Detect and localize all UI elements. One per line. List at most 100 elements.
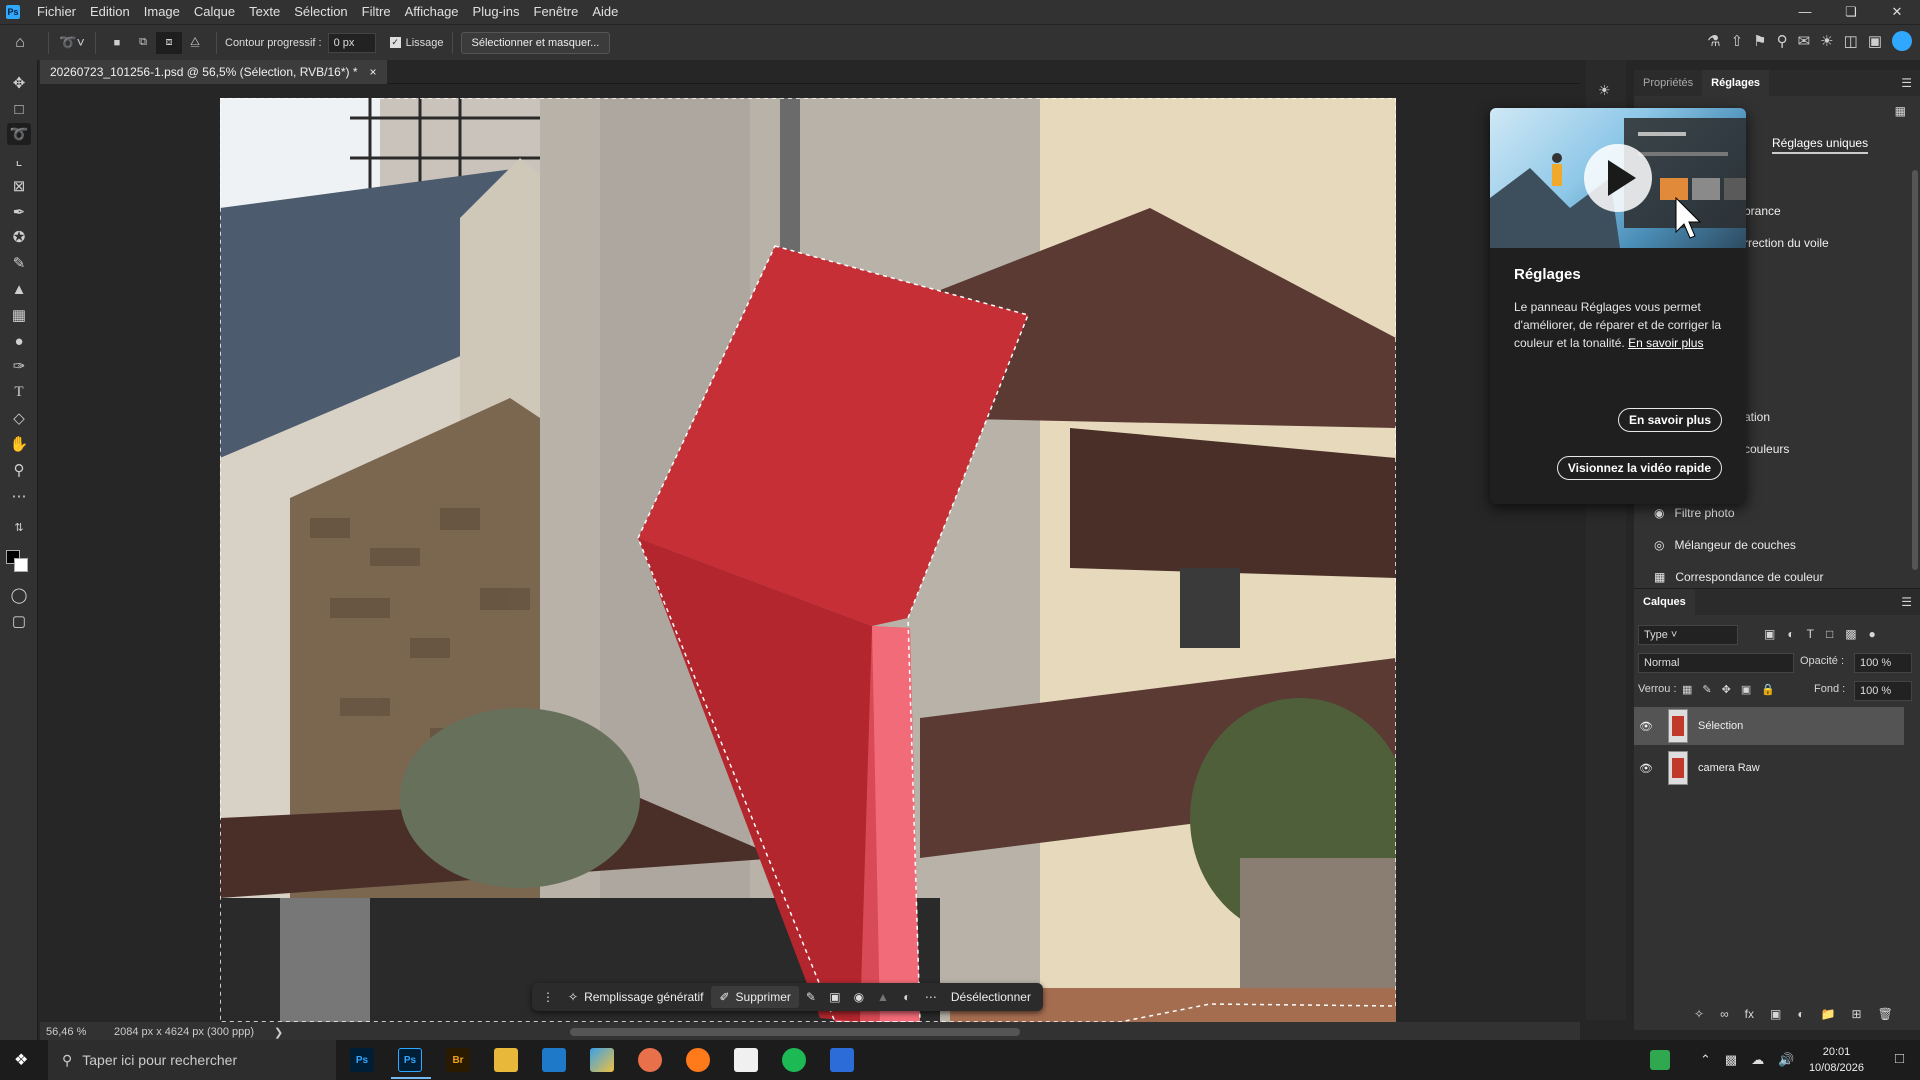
- search-icon[interactable]: ⚲: [1777, 31, 1788, 51]
- adj-item-partial-4[interactable]: couleurs: [1744, 442, 1789, 456]
- hand-tool-icon[interactable]: ✋: [7, 433, 31, 455]
- adj-item-photo-filter[interactable]: ◉ Filtre photo: [1654, 502, 1735, 524]
- drag-handle-icon[interactable]: ⋮: [536, 990, 560, 1004]
- eyedropper-icon[interactable]: ✒: [7, 201, 31, 223]
- pen-tool-icon[interactable]: ✑: [7, 355, 31, 377]
- close-tab-icon[interactable]: ×: [370, 60, 377, 84]
- stamp-tool-icon[interactable]: ▲: [7, 278, 31, 300]
- frame-tool-icon[interactable]: ⊠: [7, 175, 31, 197]
- menu-plugins[interactable]: Plug-ins: [466, 0, 527, 24]
- tab-reglages[interactable]: Réglages: [1702, 70, 1770, 96]
- shape-tool-icon[interactable]: ◇: [7, 407, 31, 429]
- frame-icon[interactable]: ▣: [1868, 31, 1882, 51]
- antialias-checkbox[interactable]: ✓: [389, 37, 401, 48]
- flask-icon[interactable]: ⚗: [1707, 31, 1720, 51]
- menu-aide[interactable]: Aide: [585, 0, 625, 24]
- adj-item-channel-mixer[interactable]: ◎ Mélangeur de couches: [1654, 534, 1796, 556]
- more-options-icon[interactable]: ⋯: [919, 990, 943, 1004]
- photoshop-beta-app-icon[interactable]: Ps: [391, 1048, 431, 1079]
- firefox-icon[interactable]: [686, 1048, 710, 1072]
- discover-icon[interactable]: ☀: [1820, 31, 1833, 51]
- more-tools-icon[interactable]: ⋯: [7, 485, 31, 507]
- lasso-tool-icon[interactable]: ➰: [7, 123, 31, 145]
- lock-transparency-icon[interactable]: ▦: [1682, 683, 1692, 696]
- select-and-mask-button[interactable]: Sélectionner et masquer...: [460, 31, 611, 54]
- lasso-tool-icon[interactable]: ➰˅: [57, 34, 87, 51]
- blend-mode-select[interactable]: Normal: [1638, 653, 1794, 673]
- fill-input[interactable]: 100 %: [1854, 681, 1912, 701]
- generative-fill-button[interactable]: ✧ Remplissage génératif: [560, 986, 711, 1008]
- adjustment-icon[interactable]: ◐: [895, 990, 919, 1004]
- close-window-icon[interactable]: ✕: [1874, 0, 1920, 24]
- layers-menu-icon[interactable]: ☰: [1901, 595, 1912, 609]
- menu-fenetre[interactable]: Fenêtre: [527, 0, 586, 24]
- filter-pixel-icon[interactable]: ▣: [1764, 627, 1775, 641]
- crop-tool-icon[interactable]: ⌞: [7, 149, 31, 171]
- chevron-up-icon[interactable]: ⌃: [1700, 1052, 1711, 1068]
- adjustments-panel-icon[interactable]: ☀: [1598, 82, 1611, 99]
- adj-item-partial-2[interactable]: rrection du voile: [1744, 236, 1829, 250]
- workspace-icon[interactable]: ◫: [1844, 31, 1858, 51]
- feather-input[interactable]: 0 px: [327, 32, 376, 53]
- network-icon[interactable]: ▩: [1725, 1052, 1737, 1068]
- lock-position-icon[interactable]: ✥: [1722, 683, 1731, 696]
- link-layers-icon[interactable]: ∞: [1720, 1007, 1729, 1021]
- menu-image[interactable]: Image: [137, 0, 187, 24]
- deselect-button[interactable]: Désélectionner: [943, 986, 1039, 1008]
- menu-fichier[interactable]: Fichier: [30, 0, 83, 24]
- spotify-icon[interactable]: [782, 1048, 806, 1072]
- tray-app-icon[interactable]: [1650, 1050, 1670, 1070]
- move-tool-icon[interactable]: ✥: [7, 72, 31, 94]
- subtab-reglages-uniques[interactable]: Réglages uniques: [1772, 136, 1869, 154]
- cloud-icon[interactable]: ☁: [1751, 1052, 1764, 1068]
- delete-layer-icon[interactable]: 🗑: [1878, 1007, 1893, 1021]
- menu-calque[interactable]: Calque: [187, 0, 242, 24]
- layer-filter-select[interactable]: Type ˅: [1638, 625, 1738, 645]
- panel-menu-icon[interactable]: ☰: [1901, 76, 1912, 90]
- document-tab[interactable]: 20260723_101256-1.psd @ 56,5% (Sélection…: [40, 60, 387, 84]
- minimize-icon[interactable]: —: [1782, 0, 1828, 24]
- filter-shape-icon[interactable]: □: [1826, 627, 1833, 641]
- intersect-selection-icon[interactable]: ⧋: [182, 36, 208, 49]
- brush-tool-icon[interactable]: ✎: [7, 252, 31, 274]
- video-thumbnail[interactable]: [1490, 108, 1746, 248]
- quick-mask-icon[interactable]: ◯: [7, 584, 31, 606]
- zoom-level[interactable]: 56,46 %: [46, 1026, 106, 1038]
- delete-button[interactable]: ✐ Supprimer: [711, 986, 799, 1008]
- windows-start-icon[interactable]: ❖: [14, 1050, 28, 1070]
- grid-view-icon[interactable]: ▦: [1895, 104, 1906, 118]
- subtract-selection-icon[interactable]: ⧈: [156, 31, 182, 54]
- new-group-icon[interactable]: 📁: [1821, 1007, 1836, 1021]
- paint-app-icon[interactable]: [638, 1048, 662, 1072]
- adj-item-color-lookup[interactable]: ▦ Correspondance de couleur: [1654, 566, 1823, 588]
- transform-selection-icon[interactable]: ▣: [823, 990, 847, 1004]
- restore-icon[interactable]: ❏: [1828, 0, 1874, 24]
- layer-row-camera-raw[interactable]: 👁 camera Raw: [1634, 749, 1904, 787]
- horizontal-scrollbar[interactable]: [570, 1028, 1020, 1036]
- bridge-app-icon[interactable]: Br: [446, 1048, 470, 1072]
- adj-item-partial-3[interactable]: ation: [1744, 410, 1770, 424]
- layer-style-icon[interactable]: fx: [1745, 1007, 1754, 1021]
- healing-brush-icon[interactable]: ✪: [7, 226, 31, 248]
- marquee-tool-icon[interactable]: □: [7, 98, 31, 120]
- fill-icon[interactable]: ▲: [871, 990, 895, 1004]
- filter-smart-icon[interactable]: ▩: [1845, 627, 1856, 641]
- learn-more-button[interactable]: En savoir plus: [1617, 408, 1722, 432]
- menu-selection[interactable]: Sélection: [287, 0, 354, 24]
- watch-video-button[interactable]: Visionnez la vidéo rapide: [1556, 456, 1722, 480]
- status-arrow-icon[interactable]: ❯: [274, 1026, 283, 1039]
- eye-icon[interactable]: 👁: [1634, 762, 1658, 775]
- file-explorer-icon[interactable]: [494, 1048, 518, 1072]
- document-canvas[interactable]: [220, 98, 1396, 1022]
- lock-all-icon[interactable]: 🔒: [1761, 683, 1775, 696]
- notepad-app-icon[interactable]: [542, 1048, 566, 1072]
- word-app-icon[interactable]: [830, 1048, 854, 1072]
- add-mask-icon[interactable]: ▣: [1770, 1007, 1781, 1021]
- share-icon[interactable]: ⇧: [1731, 31, 1744, 51]
- screen-mode-icon[interactable]: ▢: [7, 610, 31, 632]
- volume-icon[interactable]: 🔊: [1778, 1052, 1794, 1068]
- adjustments-scrollbar[interactable]: [1912, 170, 1918, 570]
- menu-edition[interactable]: Edition: [83, 0, 137, 24]
- eye-icon[interactable]: 👁: [1634, 720, 1658, 733]
- generative-layer-icon[interactable]: ✧: [1694, 1007, 1704, 1021]
